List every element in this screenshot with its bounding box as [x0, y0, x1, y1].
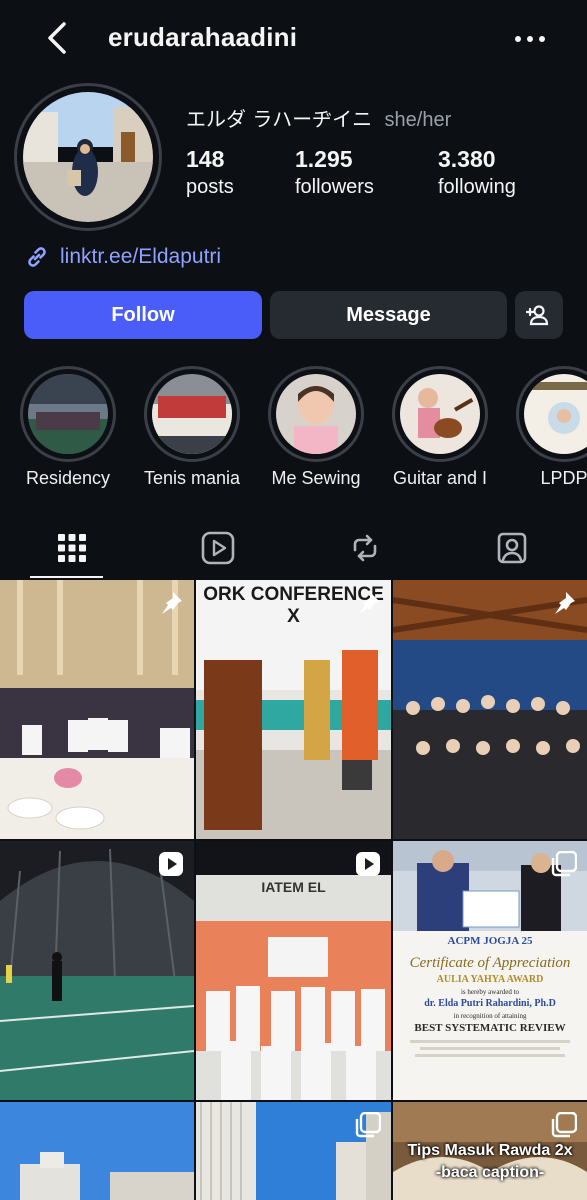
highlight-tenis-mania[interactable]: Tenis mania — [144, 366, 240, 488]
certificate-logo: ACPM JOGJA 25 — [447, 935, 533, 947]
reels-tab-icon[interactable] — [198, 528, 238, 568]
post-tile[interactable]: IATEM EL — [196, 841, 391, 1100]
back-arrow-icon[interactable] — [40, 18, 76, 58]
highlight-residency[interactable]: Residency — [20, 366, 116, 488]
post-tile[interactable]: ORK CONFERENCE X — [196, 580, 391, 839]
following-count: 3.380 — [438, 146, 496, 172]
reel-icon — [159, 852, 183, 876]
add-person-icon — [526, 305, 549, 326]
post-tile[interactable]: Tips Masuk Rawda 2x -baca caption- — [393, 1102, 587, 1200]
post-banner-text: IATEM EL — [261, 879, 326, 895]
message-button[interactable]: Message — [270, 291, 507, 339]
post-thumbnail — [0, 841, 194, 1100]
highlight-me-sewing[interactable]: Me Sewing — [268, 366, 364, 488]
profile-username: erudarahaadini — [108, 22, 298, 52]
posts-label: posts — [186, 176, 234, 198]
highlight-label: LPDP — [540, 468, 587, 488]
highlight-label: Me Sewing — [271, 468, 361, 488]
stat-posts[interactable]: 148 posts — [186, 146, 234, 199]
active-tab-indicator — [30, 576, 103, 578]
followers-count: 1.295 — [295, 146, 353, 172]
certificate: ACPM JOGJA 25 Certificate of Appreciatio… — [393, 931, 587, 1100]
highlight-guitar-and-i[interactable]: Guitar and I — [392, 366, 488, 488]
highlight-label: Guitar and I — [392, 468, 488, 488]
pinned-post-icon — [555, 592, 575, 614]
highlight-cover — [524, 374, 587, 454]
post-tile[interactable]: ACPM JOGJA 25 Certificate of Appreciatio… — [393, 841, 587, 1100]
post-tile[interactable] — [0, 1102, 194, 1200]
post-banner-text: Tips Masuk Rawda 2x — [407, 1142, 573, 1159]
post-tile[interactable] — [196, 1102, 391, 1200]
certificate-award: AULIA YAHYA AWARD — [436, 974, 544, 985]
carousel-icon — [551, 1112, 577, 1138]
pinned-post-icon — [359, 592, 379, 614]
post-thumbnail — [0, 1102, 194, 1200]
post-thumbnail — [393, 580, 587, 839]
pinned-post-icon — [162, 592, 182, 614]
carousel-icon — [355, 1112, 381, 1138]
pronouns: she/her — [384, 109, 452, 131]
grid-posts-tab-icon[interactable] — [52, 528, 92, 568]
profile-avatar[interactable] — [14, 83, 162, 231]
more-options-icon[interactable] — [510, 24, 550, 54]
certificate-recognition: in recognition of attaining — [453, 1012, 527, 1020]
highlight-label: Tenis mania — [143, 468, 241, 488]
suggested-accounts-button[interactable] — [515, 291, 563, 339]
certificate-name: dr. Elda Putri Rahardini, Ph.D — [424, 998, 556, 1009]
certificate-title: Certificate of Appreciation — [409, 955, 571, 971]
highlight-cover — [152, 374, 232, 454]
followers-label: followers — [295, 176, 374, 198]
bio-link-text: linktr.ee/Eldaputri — [60, 245, 222, 268]
top-bar: erudarahaadini — [0, 0, 587, 80]
highlight-label: Residency — [25, 468, 111, 488]
certificate-category: BEST SYSTEMATIC REVIEW — [414, 1022, 566, 1034]
highlight-cover — [400, 374, 480, 454]
post-tile[interactable] — [0, 841, 194, 1100]
display-name: エルダ ラハーヂイニ — [186, 107, 373, 131]
profile-tabs — [0, 520, 587, 580]
posts-count: 148 — [186, 146, 225, 172]
follow-button[interactable]: Follow — [24, 291, 262, 339]
carousel-icon — [551, 851, 577, 877]
following-label: following — [438, 176, 516, 198]
stat-followers[interactable]: 1.295 followers — [295, 146, 374, 199]
highlight-lpdp[interactable]: LPDP — [516, 366, 587, 488]
reposts-tab-icon[interactable] — [345, 528, 385, 568]
highlight-cover — [28, 374, 108, 454]
reel-icon — [356, 852, 380, 876]
avatar-photo — [23, 92, 153, 222]
post-thumbnail — [0, 580, 194, 839]
certificate-awarded-to: is hereby awarded to — [460, 988, 520, 996]
post-tile[interactable] — [393, 580, 587, 839]
link-icon — [28, 247, 46, 267]
display-name-row: エルダ ラハーヂイニ she/her — [186, 103, 451, 132]
post-banner-subtext: -baca caption- — [435, 1164, 545, 1181]
highlight-cover — [276, 374, 356, 454]
post-tile[interactable] — [0, 580, 194, 839]
tagged-tab-icon[interactable] — [492, 528, 532, 568]
bio-link[interactable]: linktr.ee/Eldaputri — [24, 244, 221, 270]
stat-following[interactable]: 3.380 following — [438, 146, 516, 199]
